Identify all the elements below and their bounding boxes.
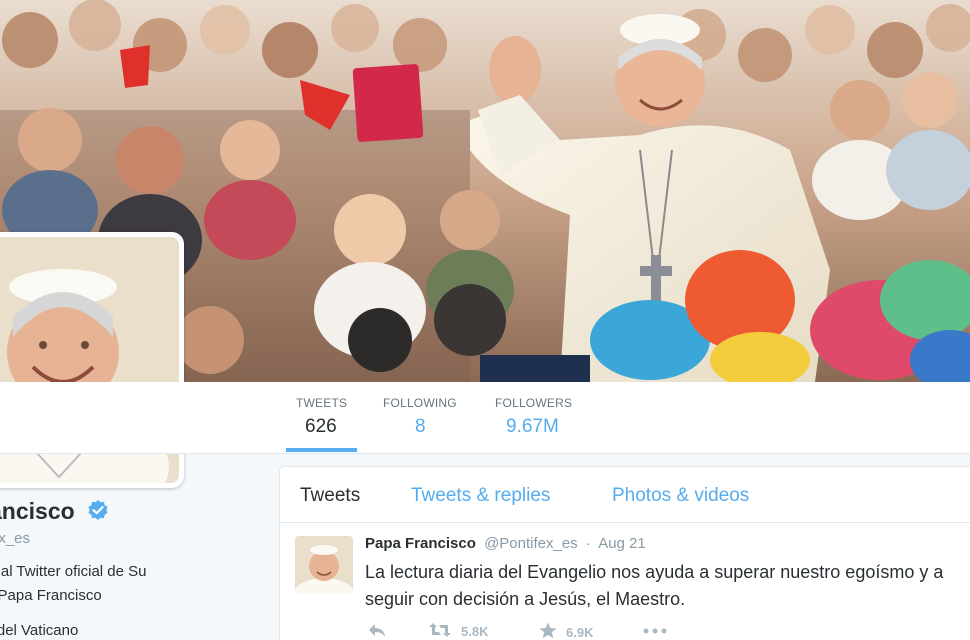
tab-photos-and-videos[interactable]: Photos & videos	[612, 485, 749, 507]
stat-following-count: 8	[415, 416, 426, 437]
retweet-count: 5.8K	[461, 624, 489, 639]
more-button[interactable]	[643, 622, 676, 637]
profile-name[interactable]: Francisco	[0, 498, 109, 525]
verified-badge-icon	[87, 499, 109, 521]
tab-tweets[interactable]: Tweets	[300, 485, 360, 507]
profile-bio-line: l Papa Francisco	[0, 587, 102, 604]
stat-tweets[interactable]: TWEETS 626	[285, 396, 358, 452]
tweet-timestamp[interactable]: Aug 21	[598, 535, 646, 552]
reply-button[interactable]	[367, 622, 396, 640]
tweet-author-name[interactable]: Papa Francisco	[365, 535, 476, 552]
timeline: Tweets Tweets & replies Photos & videos …	[279, 466, 970, 640]
stat-tweets-label: TWEETS	[296, 396, 348, 410]
favorite-count: 6.9K	[566, 624, 594, 640]
favorite-button[interactable]: 6.9K	[539, 622, 593, 640]
tweet-separator: ·	[585, 535, 591, 552]
timeline-tabs: Tweets Tweets & replies Photos & videos	[280, 467, 970, 523]
profile-bio: do al Twitter oficial de Su l Papa Franc…	[0, 560, 146, 608]
stat-followers-label: FOLLOWERS	[495, 396, 573, 410]
profile-location: ad del Vaticano	[0, 622, 79, 639]
stat-tweets-count: 626	[305, 416, 337, 437]
more-ellipsis-icon	[643, 622, 676, 637]
profile-bio-line: do al Twitter oficial de Su	[0, 563, 147, 580]
tweet[interactable]: Papa Francisco @Pontifex_es · Aug 21 La …	[280, 523, 970, 640]
stat-following[interactable]: FOLLOWING 8	[383, 396, 457, 438]
retweet-button[interactable]: 5.8K	[428, 622, 488, 640]
favorite-star-icon	[539, 622, 566, 640]
tweet-header: Papa Francisco @Pontifex_es · Aug 21	[365, 535, 646, 552]
profile-name-text: Francisco	[0, 498, 75, 524]
stat-following-label: FOLLOWING	[383, 396, 457, 410]
reply-icon	[367, 622, 396, 640]
tweet-text: La lectura diaria del Evangelio nos ayud…	[365, 562, 944, 609]
stat-followers-count: 9.67M	[506, 416, 559, 437]
profile-nav-bar: TWEETS 626 FOLLOWING 8 FOLLOWERS 9.67M	[0, 382, 970, 454]
tweet-author-handle[interactable]: @Pontifex_es	[484, 535, 578, 552]
stat-followers[interactable]: FOLLOWERS 9.67M	[495, 396, 572, 438]
retweet-icon	[428, 622, 461, 640]
profile-handle[interactable]: ex_es	[0, 530, 30, 547]
tab-tweets-and-replies[interactable]: Tweets & replies	[411, 485, 550, 507]
tweet-avatar[interactable]	[295, 536, 353, 594]
